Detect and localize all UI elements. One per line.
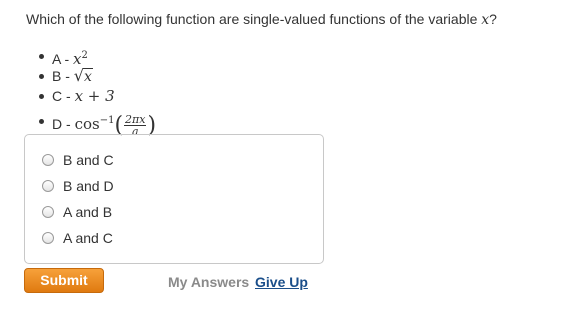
option-c-label: C - — [52, 88, 75, 104]
option-a-exponent: 2 — [81, 50, 88, 61]
choice-label: B and C — [63, 152, 114, 168]
question-text: Which of the following function are sing… — [26, 11, 497, 28]
my-answers-button[interactable]: My Answers — [168, 274, 249, 290]
option-b: B - √x — [38, 66, 156, 87]
choice-b-and-c[interactable]: B and C — [42, 151, 114, 169]
submit-button[interactable]: Submit — [24, 268, 104, 293]
option-b-label: B - — [52, 68, 74, 84]
choice-a-and-c[interactable]: A and C — [42, 229, 113, 247]
choice-label: A and B — [63, 204, 113, 220]
option-a: A - x2 — [38, 46, 156, 68]
question-suffix: ? — [489, 11, 497, 27]
answer-choices-box: B and C B and D A and B A and C — [24, 134, 324, 264]
radio-button[interactable] — [42, 232, 54, 244]
radio-button[interactable] — [42, 206, 54, 218]
radio-button[interactable] — [42, 180, 54, 192]
question-prefix: Which of the following function are sing… — [26, 11, 482, 27]
option-d-exponent: −1 — [99, 115, 115, 126]
option-b-arg: x — [82, 68, 93, 85]
option-c-expr: x + 3 — [74, 87, 115, 105]
give-up-link[interactable]: Give Up — [255, 274, 308, 290]
radio-button[interactable] — [42, 154, 54, 166]
option-d-label: D - — [52, 116, 75, 132]
choice-label: B and D — [63, 178, 114, 194]
option-d: D - cos−1(2πx a) — [38, 106, 156, 138]
choice-label: A and C — [63, 230, 113, 246]
option-a-label: A - — [52, 51, 74, 67]
choice-b-and-d[interactable]: B and D — [42, 177, 114, 195]
option-d-numerator: 2πx — [124, 112, 147, 126]
option-b-sqrt: √x — [74, 66, 93, 87]
option-d-func: cos — [74, 115, 100, 133]
choice-a-and-b[interactable]: A and B — [42, 203, 112, 221]
function-options-list: A - x2 B - √x C - x + 3 D - cos−1(2πx a) — [38, 46, 156, 138]
question-variable: x — [481, 12, 490, 28]
option-c: C - x + 3 — [38, 86, 156, 106]
